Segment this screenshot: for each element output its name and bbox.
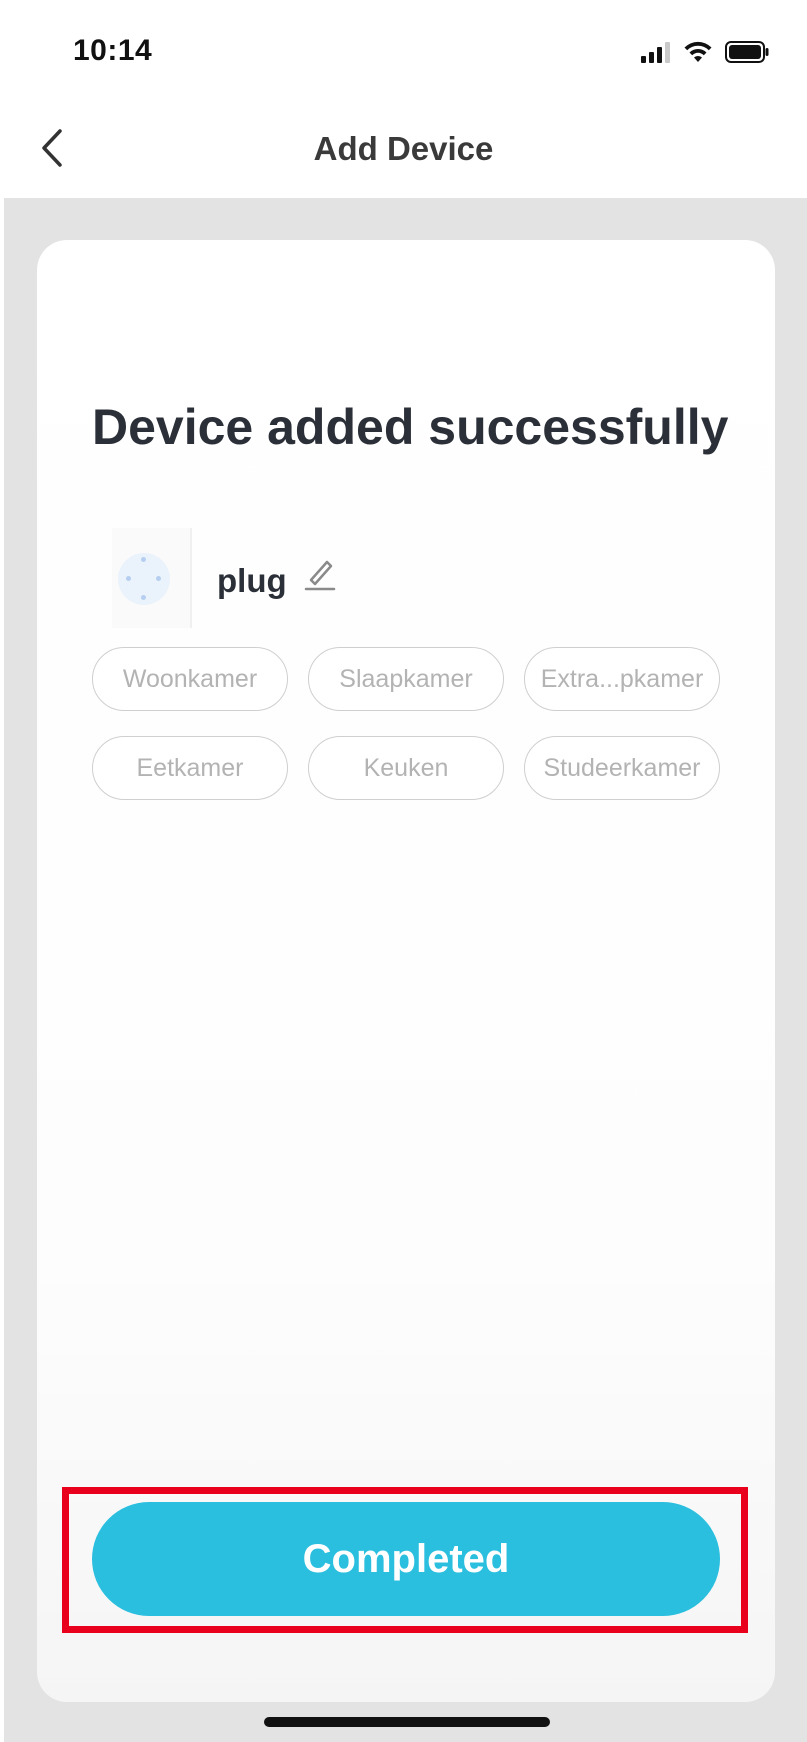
status-icons: [641, 40, 769, 64]
status-time: 10:14: [73, 34, 153, 67]
room-chip-keuken[interactable]: Keuken: [308, 736, 504, 800]
screen: 10:14 Add Device Device added successful…: [0, 0, 807, 1742]
device-name: plug: [217, 562, 287, 599]
battery-icon: [725, 41, 769, 63]
wifi-icon: [684, 41, 712, 62]
status-bar: 10:14: [0, 0, 807, 100]
room-chip-extra-slaapkamer[interactable]: Extra...pkamer: [524, 647, 720, 711]
room-chip-studeerkamer[interactable]: Studeerkamer: [524, 736, 720, 800]
room-chip-eetkamer[interactable]: Eetkamer: [92, 736, 288, 800]
room-chip-slaapkamer[interactable]: Slaapkamer: [308, 647, 504, 711]
room-chip-woonkamer[interactable]: Woonkamer: [92, 647, 288, 711]
pencil-icon: [304, 560, 336, 591]
plug-icon: [118, 553, 170, 605]
signal-icon: [641, 42, 670, 63]
home-indicator[interactable]: [264, 1717, 550, 1727]
result-card: [37, 240, 775, 1702]
success-headline: Device added successfully: [92, 399, 729, 455]
nav-bar: Add Device: [0, 100, 807, 198]
edit-name-button[interactable]: [303, 556, 337, 592]
page-title: Add Device: [313, 130, 494, 167]
completed-button[interactable]: Completed: [92, 1502, 720, 1616]
